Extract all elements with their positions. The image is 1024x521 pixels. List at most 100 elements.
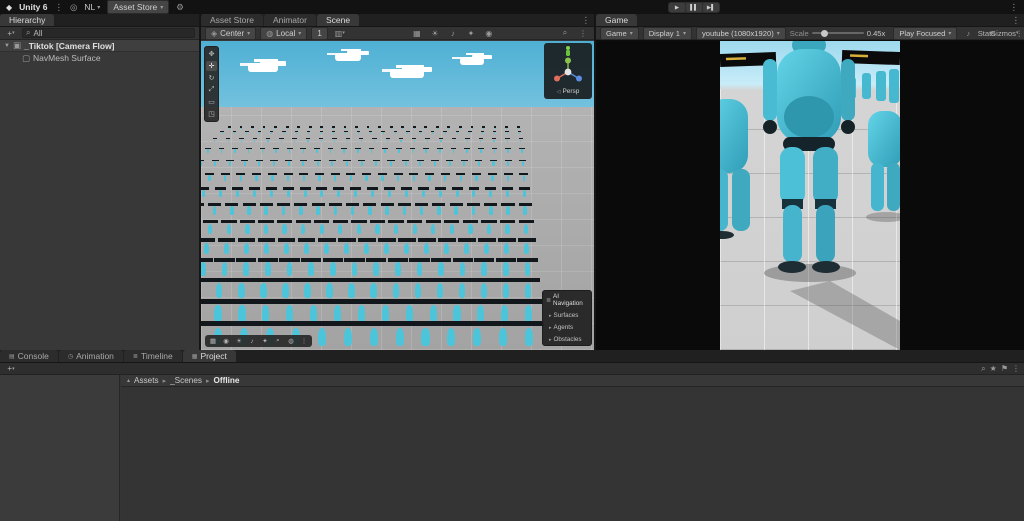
scene-lighting-icon[interactable]: ☀: [428, 27, 442, 39]
project-files-area: ▴ Assets ▸ _Scenes ▸ Offline: [121, 375, 1024, 521]
account-dropdown[interactable]: NL▾: [84, 2, 100, 12]
project-menu-icon[interactable]: ⋮: [1012, 364, 1020, 373]
scene-footer-icon[interactable]: ◍: [285, 336, 297, 346]
game-robots-render: [720, 41, 900, 350]
ai-nav-obstacles[interactable]: ▸Obstacles: [543, 333, 591, 345]
favorites-icon[interactable]: ★: [990, 364, 997, 373]
scale-value: 0.45x: [867, 29, 886, 38]
panel-menu-icon[interactable]: ⋮: [1008, 15, 1024, 26]
window-menu-icon[interactable]: ⋮: [55, 2, 64, 13]
breadcrumb-assets[interactable]: Assets: [134, 376, 159, 385]
collapse-icon[interactable]: ▴: [127, 377, 130, 384]
tab-timeline[interactable]: ≣ Timeline: [124, 350, 182, 362]
panel-menu-icon[interactable]: ⋮: [578, 15, 595, 26]
scene-footer-icon[interactable]: ☀: [233, 336, 245, 346]
scene-name: _Tiktok [Camera Flow]: [24, 41, 115, 51]
view-tool-icon[interactable]: ✥: [206, 49, 217, 59]
tab-game[interactable]: Game: [596, 14, 637, 26]
breadcrumb-scenes[interactable]: _Scenes: [170, 376, 202, 385]
scene-camera-icon[interactable]: ◉: [482, 27, 496, 39]
step-button[interactable]: ▶▌: [703, 3, 719, 12]
labels-icon[interactable]: ⚑: [1001, 364, 1008, 373]
scene-overlay-menu-icon[interactable]: ⋮: [576, 27, 590, 39]
ai-nav-agents[interactable]: ▸Agents: [543, 321, 591, 333]
scene-footer-toolbar: ▦ ◉ ☀ ♪ ✦ ⌕ ◍ ⋮: [205, 335, 312, 347]
scene-effects-icon[interactable]: ✦: [464, 27, 478, 39]
projection-label[interactable]: ◁ Persp: [557, 88, 580, 95]
scene-footer-icon[interactable]: ◉: [220, 336, 232, 346]
panel-menu-icon[interactable]: ⋮: [1015, 29, 1023, 38]
layout-menu-icon[interactable]: ⋮: [1010, 2, 1019, 13]
scale-slider-knob[interactable]: [821, 30, 828, 37]
scene-grid-icon[interactable]: ▦: [410, 27, 424, 39]
scene-footer-icon[interactable]: ▦: [207, 336, 219, 346]
tab-animator[interactable]: Animator: [264, 14, 316, 26]
tab-scene[interactable]: Scene: [317, 14, 359, 26]
axis-gizmo[interactable]: [551, 57, 585, 87]
ai-nav-surfaces[interactable]: ▸Surfaces: [543, 309, 591, 321]
breadcrumb-offline[interactable]: Offline: [214, 376, 240, 385]
chevron-down-icon: ▾: [160, 4, 163, 11]
gizmos-dropdown[interactable]: Gizmos▾: [997, 27, 1011, 39]
scene-viewport[interactable]: ✥ ✛ ↻ ⤢ ▭ ◳ ◁ Persp: [201, 41, 594, 350]
account-icon[interactable]: ◎: [70, 2, 77, 13]
rect-tool-icon[interactable]: ▭: [206, 97, 217, 107]
scene-audio-icon[interactable]: ♪: [446, 27, 460, 39]
hierarchy-search-input[interactable]: ⌕ All: [22, 28, 195, 38]
hierarchy-item-navmesh-surface[interactable]: ▢ NavMesh Surface: [0, 52, 199, 64]
grid-snap-value[interactable]: 1: [311, 27, 327, 40]
tab-animation[interactable]: ◷ Animation: [59, 350, 123, 362]
scene-footer-icon[interactable]: ⋮: [298, 336, 310, 346]
asset-store-button[interactable]: Asset Store▾: [107, 0, 169, 14]
hierarchy-scene-row[interactable]: ▼ ▣ _Tiktok [Camera Flow]: [0, 40, 199, 52]
transform-tool-icon[interactable]: ◳: [206, 109, 217, 119]
foldout-icon[interactable]: ▼: [4, 43, 10, 49]
scene-search-icon[interactable]: ⌕: [558, 27, 572, 39]
project-icon: ▦: [192, 353, 198, 360]
game-screen[interactable]: [720, 41, 900, 350]
game-panel: Game ⋮ Game▾ Display 1▾ youtube (1080x19…: [595, 14, 1024, 350]
tool-handle-rotation-dropdown[interactable]: ◍ Local▾: [260, 27, 307, 40]
scale-label: Scale: [790, 29, 809, 38]
pause-button[interactable]: ▌▌: [686, 3, 702, 12]
mute-audio-icon[interactable]: ♪: [961, 27, 975, 39]
scene-footer-icon[interactable]: ♪: [246, 336, 258, 346]
tab-asset-store[interactable]: Asset Store: [201, 14, 263, 26]
tool-handle-position-dropdown[interactable]: ◈ Center▾: [205, 27, 256, 40]
move-tool-icon[interactable]: ✛: [206, 61, 217, 71]
game-view-mode-dropdown[interactable]: Game▾: [600, 27, 639, 40]
project-search-icon[interactable]: ⌕: [981, 364, 985, 374]
gameobject-name: NavMesh Surface: [33, 53, 101, 63]
project-create-button[interactable]: +▾: [4, 363, 18, 375]
app-title: Unity 6: [19, 2, 47, 12]
display-dropdown[interactable]: Display 1▾: [643, 27, 692, 40]
orientation-gizmo[interactable]: ◁ Persp: [544, 43, 592, 99]
scale-tool-icon[interactable]: ⤢: [206, 85, 217, 95]
animation-icon: ◷: [68, 353, 73, 360]
breadcrumb-separator: ▸: [206, 377, 210, 385]
scale-slider[interactable]: Scale 0.45x: [790, 29, 886, 38]
scene-footer-icon[interactable]: ✦: [259, 336, 271, 346]
create-button[interactable]: +▾: [4, 27, 18, 39]
ai-navigation-title: AI Navigation: [553, 293, 588, 307]
scene-footer-icon[interactable]: ⌕: [272, 336, 284, 346]
globe-icon: ◍: [266, 29, 273, 38]
project-folder-tree[interactable]: [0, 375, 120, 521]
selected-object-preview: [560, 45, 576, 57]
tab-console[interactable]: ▤ Console: [0, 350, 58, 362]
scene-tools-overlay: ✥ ✛ ↻ ⤢ ▭ ◳: [204, 46, 219, 122]
grid-snap-dropdown[interactable]: ▥▾: [332, 27, 348, 39]
play-button[interactable]: ▶: [669, 3, 685, 12]
cloud: [248, 63, 278, 72]
aspect-ratio-dropdown[interactable]: youtube (1080x1920)▾: [696, 27, 786, 40]
cloud: [335, 53, 361, 61]
tab-project[interactable]: ▦ Project: [183, 350, 236, 362]
gear-icon[interactable]: ⚙: [176, 2, 184, 13]
ai-navigation-icon: ≣: [546, 297, 551, 304]
unity-logo-icon: ◆: [6, 3, 12, 12]
tab-hierarchy[interactable]: Hierarchy: [0, 14, 54, 26]
rotate-tool-icon[interactable]: ↻: [206, 73, 217, 83]
cloud: [460, 57, 484, 65]
play-focused-dropdown[interactable]: Play Focused▾: [893, 27, 957, 40]
console-icon: ▤: [9, 353, 15, 360]
